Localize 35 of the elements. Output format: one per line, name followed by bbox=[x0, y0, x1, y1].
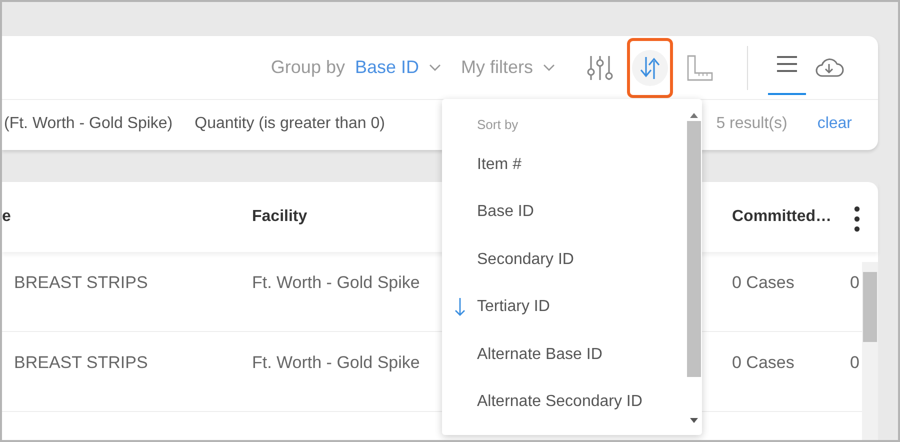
more-icon[interactable] bbox=[852, 205, 862, 233]
table-cell-text: Ft. Worth - Gold Spike bbox=[252, 352, 420, 374]
table-cell-text: 0 bbox=[850, 272, 860, 294]
table-cell-text: Ft. Worth - Gold Spike bbox=[252, 272, 420, 294]
menu-item[interactable]: Secondary ID bbox=[442, 236, 687, 284]
table-cell-text: BREAST STRIPS bbox=[13, 352, 148, 374]
scroll-up-icon[interactable] bbox=[690, 113, 698, 118]
menu-item[interactable]: Alternate Base ID bbox=[442, 331, 687, 378]
table-cell-text: BREAST STRIPS bbox=[13, 272, 148, 294]
chevron-icon bbox=[543, 64, 555, 72]
column-header: Committed… bbox=[732, 207, 832, 227]
menu-item[interactable]: Base ID bbox=[442, 188, 687, 236]
filter-label: (Ft. Worth - Gold Spike) bbox=[4, 114, 173, 134]
menu-heading: Sort by bbox=[477, 117, 518, 132]
menu-item[interactable]: Tertiary ID bbox=[442, 284, 687, 331]
column-header: e bbox=[2, 207, 11, 227]
result-count: 5 result(s) bbox=[716, 114, 788, 134]
filter-label: Quantity (is greater than 0) bbox=[194, 114, 385, 134]
ruler-icon bbox=[686, 54, 714, 82]
view-tab[interactable] bbox=[768, 54, 806, 94]
cloud-download-icon bbox=[814, 56, 844, 78]
chevron-icon bbox=[429, 64, 441, 72]
table-cell-text: 0 Cases bbox=[732, 272, 794, 294]
group-by-label: Group by bbox=[270, 56, 345, 79]
scrollbar[interactable] bbox=[686, 113, 702, 423]
sliders-icon bbox=[587, 54, 613, 82]
table-cell-text: 0 Cases bbox=[732, 352, 794, 374]
list-icon bbox=[776, 54, 798, 72]
menu-item[interactable]: Alternate Secondary ID bbox=[442, 378, 687, 426]
scrollbar[interactable] bbox=[862, 262, 878, 440]
table-cell-text: 0 bbox=[850, 352, 860, 374]
menu-item[interactable]: Item # bbox=[442, 141, 687, 188]
scroll-down-icon[interactable] bbox=[690, 418, 698, 423]
toolbar-button[interactable] bbox=[627, 38, 673, 98]
column-header: Facility bbox=[252, 207, 308, 227]
